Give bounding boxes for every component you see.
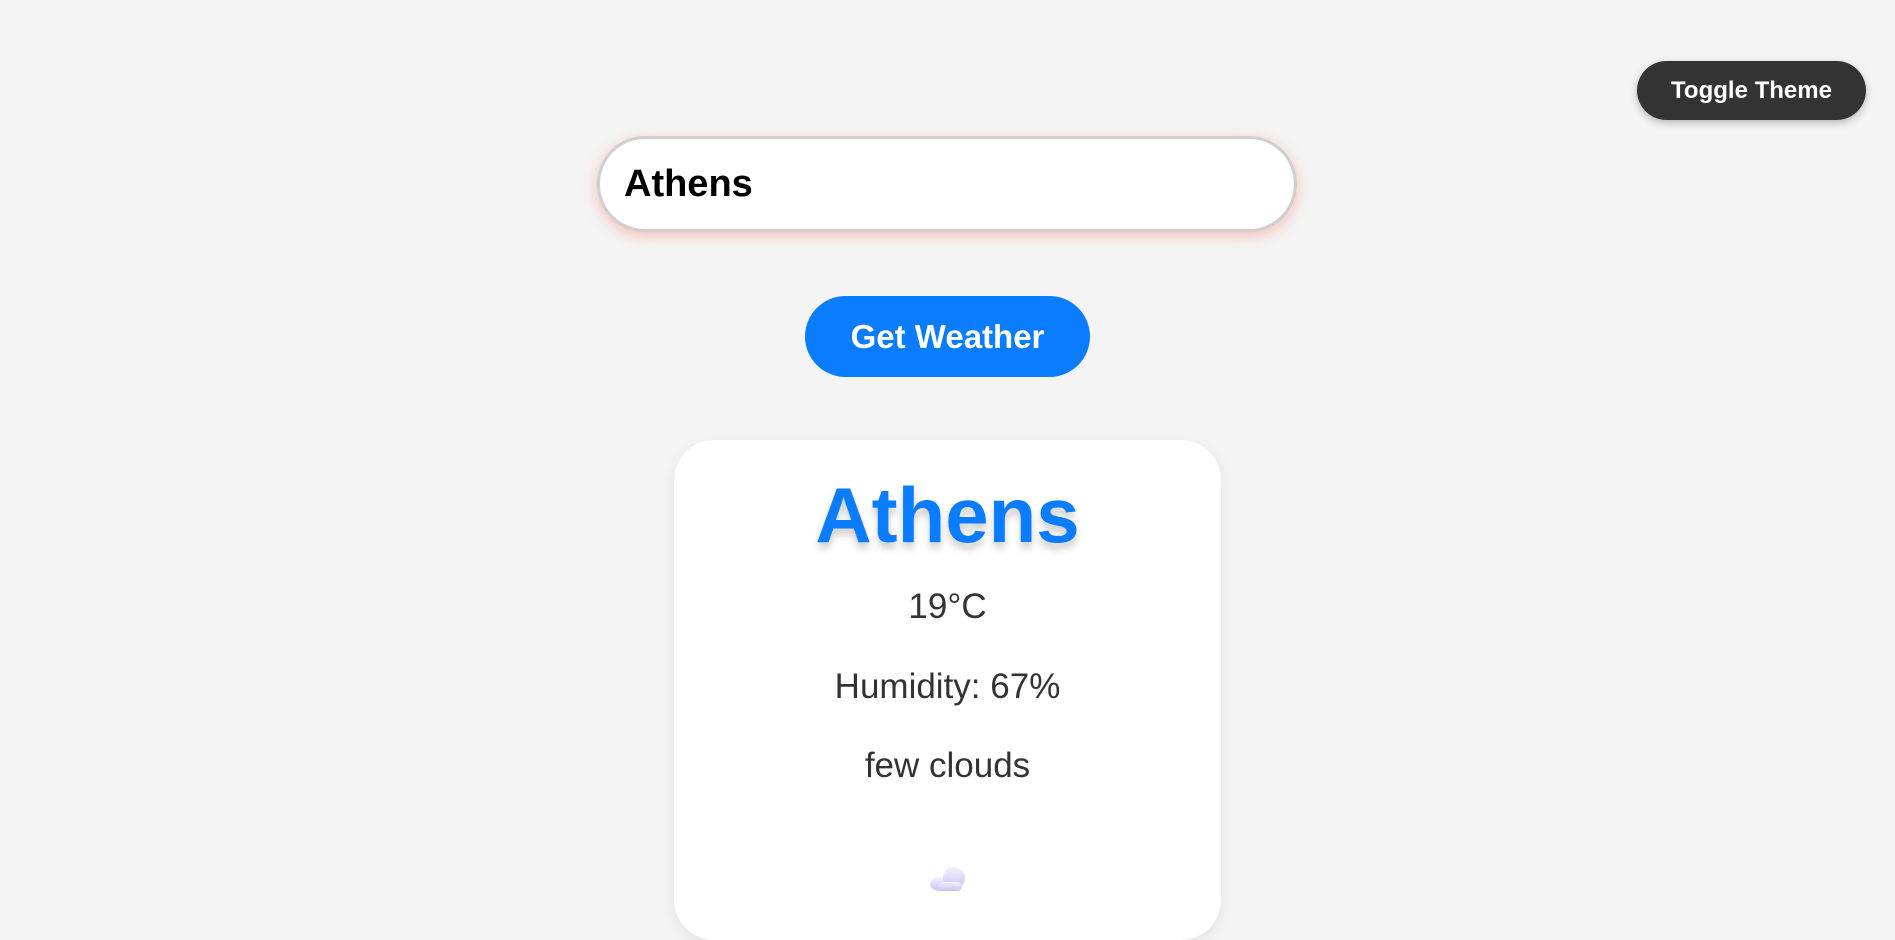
toggle-theme-button[interactable]: Toggle Theme [1637, 61, 1866, 120]
few-clouds-icon [930, 867, 965, 891]
temperature: 19°C [908, 587, 987, 626]
weather-description: few clouds [864, 746, 1031, 785]
humidity: Humidity: 67% [834, 667, 1061, 706]
get-weather-button[interactable]: Get Weather [805, 296, 1090, 377]
city-name: Athens [815, 471, 1080, 559]
weather-card: Athens 19°C Humidity: 67% few clouds [674, 440, 1221, 940]
city-search-input[interactable] [597, 136, 1297, 232]
